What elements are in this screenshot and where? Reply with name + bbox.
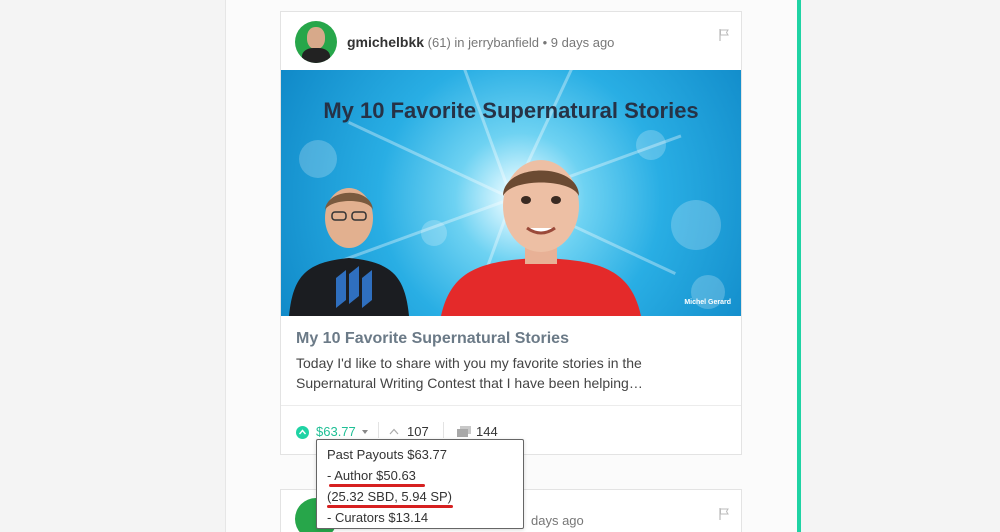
vote-chevron-icon[interactable] — [389, 428, 399, 435]
flag-icon[interactable] — [719, 508, 729, 520]
image-watermark: Michel Gerard — [684, 299, 731, 306]
bokeh-light — [671, 200, 721, 250]
divider — [378, 422, 379, 438]
payout-amount[interactable]: $63.77 — [316, 424, 356, 439]
upvote-icon[interactable] — [296, 426, 309, 439]
tooltip-text: Past Payouts $63.77 — [327, 447, 447, 462]
payout-tooltip: Past Payouts $63.77 - Author $50.63 (25.… — [316, 439, 524, 529]
community-link[interactable]: jerrybanfield — [468, 35, 539, 50]
post-header: gmichelbkk (61) in jerrybanfield • 9 day… — [295, 21, 614, 63]
tooltip-text: (25.32 SBD, 5.94 SP) — [327, 489, 453, 504]
community-prefix: in — [454, 35, 465, 50]
tooltip-author-payout: - Author $50.63 — [327, 465, 513, 487]
reply-icon[interactable] — [457, 426, 471, 438]
meta-separator: • — [542, 35, 548, 50]
reply-count[interactable]: 144 — [476, 424, 498, 439]
tooltip-author-breakdown: (25.32 SBD, 5.94 SP) — [327, 486, 513, 508]
post-time[interactable]: 9 days ago — [551, 35, 615, 50]
post-image[interactable]: My 10 Favorite Supernatural Stories Mich… — [281, 70, 741, 316]
flag-icon[interactable] — [719, 29, 729, 41]
tooltip-curators-payout: - Curators $13.14 — [327, 507, 513, 528]
banner-title: My 10 Favorite Supernatural Stories — [323, 98, 699, 123]
tooltip-past-payouts: Past Payouts $63.77 — [327, 444, 513, 465]
person-right-illustration — [441, 160, 641, 316]
post-title[interactable]: My 10 Favorite Supernatural Stories — [296, 330, 569, 348]
person-left-illustration — [289, 188, 409, 316]
post-excerpt[interactable]: Today I'd like to share with you my favo… — [296, 353, 716, 393]
post-time[interactable]: days ago — [531, 513, 584, 528]
avatar-face — [307, 27, 325, 49]
divider — [443, 422, 444, 438]
author-reputation: (61) — [427, 35, 451, 50]
author-line: gmichelbkk (61) in jerrybanfield • 9 day… — [347, 34, 614, 50]
tooltip-text: - Curators $13.14 — [327, 510, 429, 525]
caret-down-icon[interactable] — [362, 430, 368, 434]
accent-border — [797, 0, 801, 532]
author-name[interactable]: gmichelbkk — [347, 34, 424, 50]
tooltip-text: - Author $50.63 — [327, 468, 416, 483]
post-card: gmichelbkk (61) in jerrybanfield • 9 day… — [280, 11, 742, 455]
avatar[interactable] — [295, 21, 337, 63]
avatar-body — [302, 48, 330, 63]
vote-count[interactable]: 107 — [407, 424, 429, 439]
